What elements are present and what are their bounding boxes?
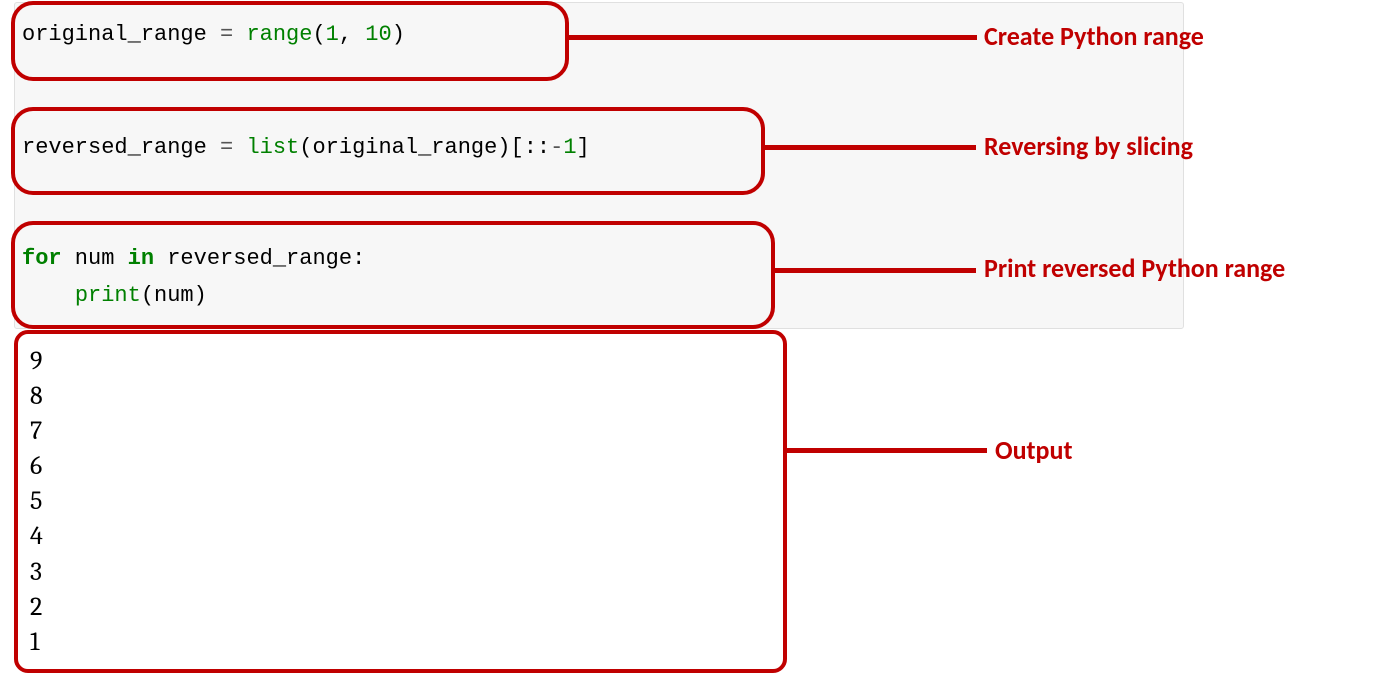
connector-2 xyxy=(761,145,976,150)
output-box: 9 8 7 6 5 4 3 2 1 xyxy=(14,330,787,673)
connector-3 xyxy=(771,268,976,273)
code-line-4: print(num) xyxy=(22,283,207,308)
code-line-2: reversed_range = list(original_range)[::… xyxy=(22,135,590,160)
code-line-1: original_range = range(1, 10) xyxy=(22,22,405,47)
connector-4 xyxy=(782,448,987,453)
code-line-3: for num in reversed_range: xyxy=(22,246,365,271)
output-text: 9 8 7 6 5 4 3 2 1 xyxy=(30,344,43,660)
annotation-reversing: Reversing by slicing xyxy=(984,130,1193,164)
annotation-output: Output xyxy=(995,434,1072,468)
annotation-print: Print reversed Python range xyxy=(984,252,1304,286)
connector-1 xyxy=(565,35,977,40)
annotation-create-range: Create Python range xyxy=(984,20,1204,54)
